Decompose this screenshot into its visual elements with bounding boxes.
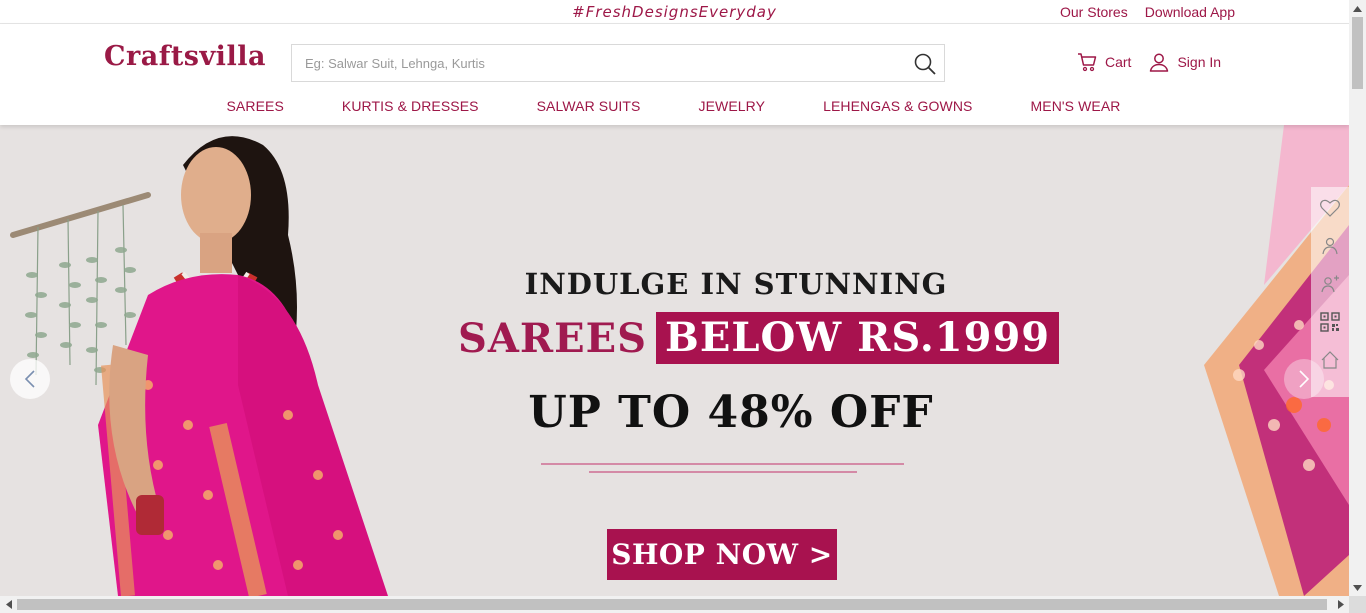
nav-item-kurtis-dresses[interactable]: KURTIS & DRESSES [342,98,479,114]
scroll-down-arrow[interactable] [1349,579,1366,596]
nav-item-mens-wear[interactable]: MEN'S WEAR [1031,98,1121,114]
banner-discount: UP TO 48% OFF [528,387,934,438]
carousel-prev-button[interactable] [10,359,50,399]
model-in-saree-image [98,136,388,596]
nav-item-salwar-suits[interactable]: SALWAR SUITS [537,98,641,114]
banner-category: SAREES [458,314,648,362]
top-links: Our Stores Download App [1060,4,1235,20]
cart-icon [1078,53,1097,72]
heart-icon[interactable] [1319,197,1341,219]
nav-item-lehengas-gowns[interactable]: LEHENGAS & GOWNS [823,98,972,114]
page-viewport: #FreshDesignsEveryday Our Stores Downloa… [0,0,1349,596]
our-stores-link[interactable]: Our Stores [1060,4,1128,20]
scroll-right-arrow[interactable] [1332,596,1349,613]
horizontal-scrollbar[interactable] [0,596,1349,613]
scroll-up-arrow[interactable] [1349,0,1366,17]
banner-price-badge: BELOW RS.1999 [656,312,1060,364]
horizontal-scroll-thumb[interactable] [17,599,1327,610]
banner-headline: INDULGE IN STUNNING [524,267,948,301]
search-button[interactable] [912,51,938,77]
search-input[interactable] [292,45,892,81]
scrollbar-corner [1349,596,1366,613]
header-actions: Cart Sign In [1077,52,1221,72]
divider-line [589,471,857,473]
vertical-scrollbar[interactable] [1349,0,1366,596]
user-icon [1150,53,1169,72]
logo[interactable]: Craftsvilla [104,41,266,72]
category-nav: SAREES KURTIS & DRESSES SALWAR SUITS JEW… [0,98,1349,114]
hero-banner[interactable]: INDULGE IN STUNNING SAREES BELOW RS.1999… [0,125,1349,596]
user-pin-icon[interactable] [1319,235,1341,257]
site-header: Craftsvilla Cart [0,24,1349,125]
top-strip: #FreshDesignsEveryday Our Stores Downloa… [0,0,1349,24]
vertical-scroll-thumb[interactable] [1352,17,1363,89]
chevron-right-icon [1299,370,1310,388]
user-share-icon[interactable] [1319,273,1341,295]
triangle-up-icon [1353,5,1362,12]
search-icon [914,53,936,75]
qr-code-icon[interactable] [1319,311,1341,333]
side-action-rail [1311,187,1349,397]
home-icon[interactable] [1319,349,1341,371]
triangle-down-icon [1353,584,1362,591]
nav-item-sarees[interactable]: SAREES [226,98,283,114]
scroll-left-arrow[interactable] [0,596,17,613]
search-bar [291,44,945,82]
cart-label: Cart [1105,54,1132,70]
signin-label: Sign In [1177,54,1222,70]
nav-item-jewelry[interactable]: JEWELRY [699,98,766,114]
cart-button[interactable]: Cart [1077,52,1131,72]
shop-now-button[interactable]: SHOP NOW > [607,529,837,580]
divider-line [541,463,904,465]
download-app-link[interactable]: Download App [1145,4,1235,20]
banner-subheadline: SAREES BELOW RS.1999 [458,312,1060,364]
signin-button[interactable]: Sign In [1149,52,1221,72]
chevron-left-icon [24,370,35,388]
triangle-right-icon [1337,600,1344,609]
triangle-left-icon [5,600,12,609]
